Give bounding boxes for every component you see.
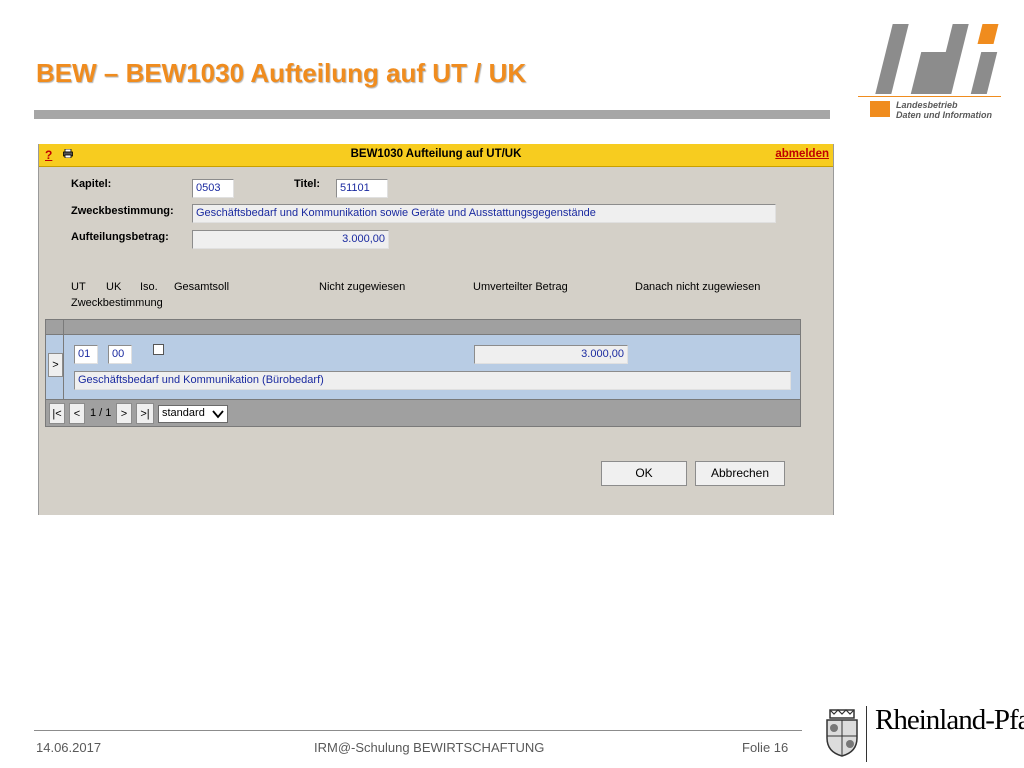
window-titlebar: ? BEW1030 Aufteilung auf UT/UK abmelden xyxy=(39,144,833,167)
uk-field[interactable]: 00 xyxy=(108,345,132,364)
column-iso: Iso. xyxy=(140,281,158,293)
table-header xyxy=(45,319,801,335)
rheinland-pfalz-logo: Rheinland-Pfalz xyxy=(875,704,1024,736)
footer-title: IRM@-Schulung BEWIRTSCHAFTUNG xyxy=(314,740,545,755)
column-ut: UT xyxy=(71,281,86,293)
next-page-button[interactable]: > xyxy=(116,403,132,424)
footer-page-number: Folie 16 xyxy=(742,740,789,755)
column-danach-nicht-zugewiesen: Danach nicht zugewiesen xyxy=(635,281,761,293)
umverteilter-betrag-field[interactable]: 3.000,00 xyxy=(474,345,628,364)
column-uk: UK xyxy=(106,281,122,293)
ldi-logo-text: Landesbetrieb Daten und Information xyxy=(896,100,992,120)
iso-checkbox[interactable] xyxy=(153,344,164,355)
ut-field[interactable]: 01 xyxy=(74,345,98,364)
zweckbestimmung-field[interactable]: Geschäftsbedarf und Kommunikation sowie … xyxy=(192,204,776,223)
titel-field[interactable]: 51101 xyxy=(336,179,388,198)
column-zweckbestimmung: Zweckbestimmung xyxy=(71,297,163,309)
pagination-bar: |< < 1 / 1 > >| standard xyxy=(45,399,801,427)
ldi-logo: Landesbetrieb Daten und Information xyxy=(858,18,1004,122)
logout-link[interactable]: abmelden xyxy=(775,148,829,160)
column-umverteilter-betrag: Umverteilter Betrag xyxy=(473,281,568,293)
window-title: BEW1030 Aufteilung auf UT/UK xyxy=(350,148,522,160)
column-nicht-zugewiesen: Nicht zugewiesen xyxy=(319,281,406,293)
titel-label: Titel: xyxy=(294,178,321,190)
last-page-button[interactable]: >| xyxy=(136,403,154,424)
prev-page-button[interactable]: < xyxy=(69,403,85,424)
view-select[interactable]: standard xyxy=(158,405,228,423)
cancel-button[interactable]: Abbrechen xyxy=(695,461,785,486)
ok-button[interactable]: OK xyxy=(601,461,687,486)
footer-date: 14.06.2017 xyxy=(36,740,102,755)
expand-row-button[interactable]: > xyxy=(48,353,63,377)
kapitel-field[interactable]: 0503 xyxy=(192,179,234,198)
column-gesamtsoll: Gesamtsoll xyxy=(174,281,230,293)
row-zweckbestimmung-field[interactable]: Geschäftsbedarf und Kommunikation (Bürob… xyxy=(74,371,791,390)
aufteilungsbetrag-field[interactable]: 3.000,00 xyxy=(192,230,389,249)
page-indicator: 1 / 1 xyxy=(90,407,112,419)
app-window: ? BEW1030 Aufteilung auf UT/UK abmelden … xyxy=(38,144,834,515)
chevron-down-icon xyxy=(212,410,224,419)
first-page-button[interactable]: |< xyxy=(49,403,65,424)
coat-of-arms-icon xyxy=(826,709,858,757)
title-divider xyxy=(34,110,830,119)
footer-divider xyxy=(34,730,802,731)
table-row: > 01 00 3.000,00 Geschäftsbedarf und Kom… xyxy=(45,335,801,399)
slide-title: BEW – BEW1030 Aufteilung auf UT / UK xyxy=(36,58,527,88)
aufteilungsbetrag-label: Aufteilungsbetrag: xyxy=(71,231,169,243)
allocation-table: > 01 00 3.000,00 Geschäftsbedarf und Kom… xyxy=(45,319,801,427)
kapitel-label: Kapitel: xyxy=(71,178,112,190)
brand-divider xyxy=(866,706,867,762)
zweckbestimmung-label: Zweckbestimmung: xyxy=(71,205,174,217)
